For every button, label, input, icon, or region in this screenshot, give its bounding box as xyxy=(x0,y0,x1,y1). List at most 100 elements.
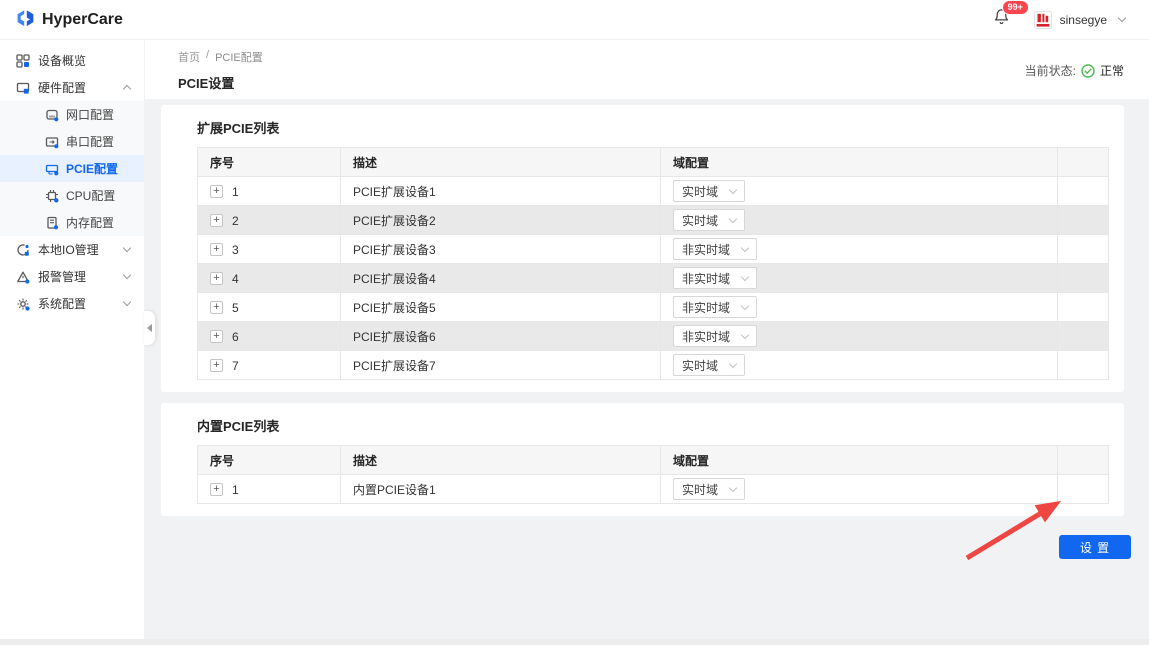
sidebar-item-cpu-config[interactable]: CPU配置 xyxy=(0,182,144,209)
domain-select-value: 实时域 xyxy=(682,482,719,497)
sidebar-collapse-handle[interactable] xyxy=(144,311,155,345)
sidebar-menu: 设备概览硬件配置网口配置 串口配置 PCIE配置 CPU配置内存配置本地IO管理报警管… xyxy=(0,47,144,317)
domain-select[interactable]: 实时域 xyxy=(673,354,746,376)
row-description: PCIE扩展设备2 xyxy=(340,205,661,235)
card-title: 内置PCIE列表 xyxy=(197,419,280,434)
chevron-down-icon xyxy=(740,330,750,339)
user-menu-button[interactable] xyxy=(1115,13,1129,25)
row-index: 4 xyxy=(232,271,239,286)
row-description: PCIE扩展设备5 xyxy=(340,292,661,322)
column-header: 域配置 xyxy=(660,445,1058,475)
row-description: PCIE扩展设备3 xyxy=(340,234,661,264)
expand-row-button[interactable]: + xyxy=(210,271,223,285)
table-row: +5 PCIE扩展设备5 非实时域 xyxy=(197,292,1109,322)
sidebar-item-device-overview[interactable]: 设备概览 xyxy=(0,47,144,74)
sidebar-item-label: CPU配置 xyxy=(66,189,116,203)
status-value: 正常 xyxy=(1099,64,1124,78)
sidebar-item-pcie-config[interactable]: PCIE配置 xyxy=(0,155,144,182)
domain-select-value: 实时域 xyxy=(682,184,719,199)
sidebar-item-label: 系统配置 xyxy=(38,297,87,311)
sidebar-item-system-config[interactable]: 系统配置 xyxy=(0,290,144,317)
column-header: 序号 xyxy=(197,147,341,177)
page-header: 首页 / PCIE配置 PCIE设置 当前状态: 正常 xyxy=(145,40,1149,99)
domain-select[interactable]: 非实时域 xyxy=(673,267,758,289)
domain-select[interactable]: 实时域 xyxy=(673,180,746,202)
domain-select[interactable]: 非实时域 xyxy=(673,296,758,318)
cpu-icon xyxy=(45,189,59,203)
expansion-pcie-table: 序号 描述 域配置 +1 PCIE扩展设备1 实时域 +2 PCIE扩展设备2 实时域 +3 PCI… xyxy=(197,147,1109,380)
row-actions-cell xyxy=(1057,321,1109,351)
expand-row-button[interactable]: + xyxy=(210,482,223,496)
row-index: 7 xyxy=(232,358,239,373)
domain-select[interactable]: 非实时域 xyxy=(673,238,758,260)
builtin-pcie-table: 序号 描述 域配置 +1 内置PCIE设备1 实时域 xyxy=(197,445,1109,504)
sidebar-item-network-port-config[interactable]: 网口配置 xyxy=(0,101,144,128)
row-actions-cell xyxy=(1057,350,1109,380)
hardware-icon xyxy=(16,81,30,95)
sidebar-item-memory-config[interactable]: 内存配置 xyxy=(0,209,144,236)
expand-row-button[interactable]: + xyxy=(210,242,223,256)
top-bar: HyperCare 99+ sinsegye xyxy=(0,0,1149,40)
column-header: 序号 xyxy=(197,445,341,475)
sidebar-item-alarm-management[interactable]: 报警管理 xyxy=(0,263,144,290)
row-index: 1 xyxy=(232,184,239,199)
expand-row-button[interactable]: + xyxy=(210,213,223,227)
sidebar-item-local-io-management[interactable]: 本地IO管理 xyxy=(0,236,144,263)
status-label: 当前状态: xyxy=(1024,64,1076,78)
row-description: PCIE扩展设备7 xyxy=(340,350,661,380)
chevron-down-icon xyxy=(728,185,738,194)
row-description: PCIE扩展设备4 xyxy=(340,263,661,293)
io-icon xyxy=(16,243,30,257)
domain-select[interactable]: 实时域 xyxy=(673,209,746,231)
notifications-button[interactable]: 99+ xyxy=(993,0,1029,31)
app-logo: HyperCare xyxy=(15,9,123,30)
chevron-down-icon xyxy=(728,483,738,492)
sidebar-item-label: 内存配置 xyxy=(66,216,115,230)
row-description: PCIE扩展设备1 xyxy=(340,176,661,206)
sidebar: 设备概览硬件配置网口配置 串口配置 PCIE配置 CPU配置内存配置本地IO管理报警管… xyxy=(0,40,155,645)
row-actions-cell xyxy=(1057,263,1109,293)
scrollbar-track xyxy=(0,639,1149,645)
sidebar-item-label: 硬件配置 xyxy=(38,81,87,95)
chevron-up-icon xyxy=(122,84,132,94)
chevron-down-icon xyxy=(1117,13,1127,22)
breadcrumb-home[interactable]: 首页 xyxy=(178,49,200,65)
domain-select[interactable]: 非实时域 xyxy=(673,325,758,347)
domain-select[interactable]: 实时域 xyxy=(673,478,746,500)
expand-row-button[interactable]: + xyxy=(210,184,223,198)
sidebar-item-label: 报警管理 xyxy=(38,270,87,284)
pcie-icon xyxy=(45,162,59,176)
chevron-down-icon xyxy=(740,243,750,252)
expand-row-button[interactable]: + xyxy=(210,300,223,314)
sidebar-item-serial-port-config[interactable]: 串口配置 xyxy=(0,128,144,155)
breadcrumb-current: PCIE配置 xyxy=(215,52,263,64)
column-header-empty xyxy=(1057,147,1109,177)
column-header: 描述 xyxy=(340,445,661,475)
domain-select-value: 实时域 xyxy=(682,358,719,373)
table-row: +1 PCIE扩展设备1 实时域 xyxy=(197,176,1109,206)
status-indicator: 当前状态: 正常 xyxy=(1025,62,1124,79)
row-actions-cell xyxy=(1057,205,1109,235)
netport-icon xyxy=(45,108,59,122)
chevron-down-icon xyxy=(122,270,132,279)
expand-row-button[interactable]: + xyxy=(210,358,223,372)
settings-submit-button[interactable]: 设 置 xyxy=(1059,535,1131,559)
row-actions-cell xyxy=(1057,474,1109,504)
sidebar-item-hardware-config[interactable]: 硬件配置 xyxy=(0,74,144,101)
domain-select-value: 非实时域 xyxy=(682,329,731,344)
grid-icon xyxy=(16,53,30,68)
avatar[interactable] xyxy=(1033,10,1052,29)
row-actions-cell xyxy=(1057,292,1109,322)
notification-badge: 99+ xyxy=(1001,0,1029,15)
domain-select-value: 非实时域 xyxy=(682,242,731,257)
column-header: 域配置 xyxy=(660,147,1058,177)
logo-text: HyperCare xyxy=(42,10,123,28)
builtin-pcie-card: 内置PCIE列表 序号 描述 域配置 +1 内置PCIE设备1 实时域 xyxy=(161,403,1124,516)
chevron-left-icon xyxy=(147,324,152,332)
domain-select-value: 实时域 xyxy=(682,213,719,228)
expand-row-button[interactable]: + xyxy=(210,329,223,343)
row-actions-cell xyxy=(1057,176,1109,206)
expansion-pcie-card: 扩展PCIE列表 序号 描述 域配置 +1 PCIE扩展设备1 实时域 +2 PCIE扩展设备… xyxy=(161,105,1124,392)
chevron-down-icon xyxy=(740,272,750,281)
chevron-down-icon xyxy=(740,301,750,310)
